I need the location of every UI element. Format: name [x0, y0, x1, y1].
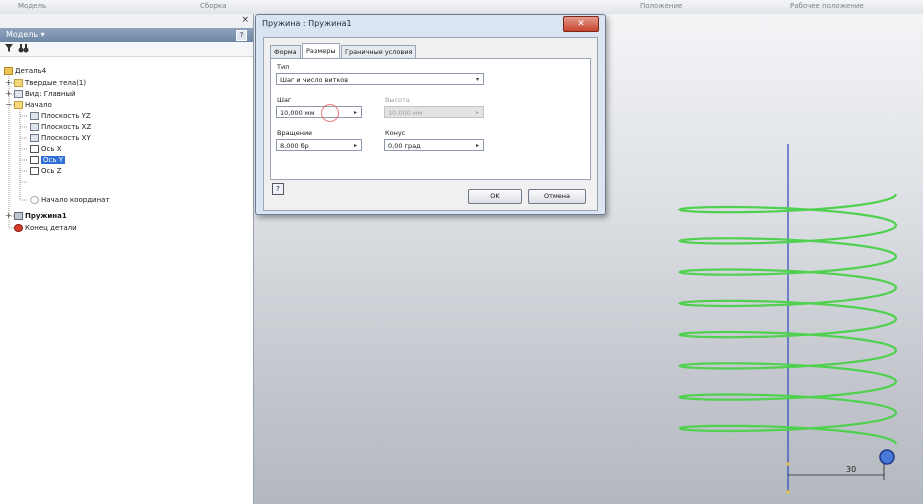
tree-item-label: Конец детали: [25, 224, 77, 232]
pitch-value: 10,000 мм: [280, 109, 315, 117]
taper-value: 0,00 град: [388, 142, 421, 150]
ribbon-label-model[interactable]: Модель: [18, 2, 46, 10]
browser-top-row: ×: [0, 14, 253, 28]
type-label: Тип: [277, 63, 290, 71]
tree-item-plane-xy[interactable]: Плоскость XY: [30, 133, 91, 143]
height-label: Высота: [385, 96, 410, 104]
tree-item-label: Твердые тела(1): [25, 79, 87, 87]
axis-icon: [30, 145, 39, 153]
tab-size[interactable]: Размеры: [302, 43, 340, 59]
arrow-right-icon[interactable]: ▸: [354, 107, 357, 119]
tree-item-axis-x[interactable]: Ось X: [30, 144, 62, 154]
part-icon: [4, 67, 13, 75]
collapse-icon[interactable]: −: [5, 100, 12, 110]
point-marker: [786, 462, 790, 466]
tree-item-label: Начало: [25, 101, 52, 109]
browser-toolbar: [0, 42, 253, 57]
spring-icon: [14, 212, 23, 220]
close-icon[interactable]: ×: [241, 15, 249, 25]
binoculars-icon[interactable]: [18, 43, 29, 56]
expand-icon[interactable]: +: [5, 78, 12, 88]
tree-item-label: Плоскость XZ: [41, 123, 92, 131]
tree-item-label: Ось Z: [41, 167, 62, 175]
cancel-button[interactable]: Отмена: [528, 189, 586, 204]
ok-button[interactable]: OK: [468, 189, 522, 204]
tree-item-label: Плоскость XY: [41, 134, 91, 142]
height-input: 10,000 мм ▸: [384, 106, 484, 118]
browser-header[interactable]: Модель ▾ ?: [0, 28, 253, 42]
end-of-part-icon: [14, 224, 23, 232]
tab-shape[interactable]: Форма: [270, 45, 301, 59]
tree-item-label: Плоскость YZ: [41, 112, 91, 120]
tab-boundary-conditions[interactable]: Граничные условия: [341, 45, 417, 59]
arrow-right-icon[interactable]: ▸: [354, 140, 357, 152]
tree-item-end-of-part[interactable]: Конец детали: [14, 223, 77, 233]
tree-item-label: Пружина1: [25, 212, 67, 220]
tree-item-origin-folder[interactable]: − Начало: [5, 100, 52, 110]
tree-item-plane-yz[interactable]: Плоскость YZ: [30, 111, 91, 121]
point-marker: [786, 490, 790, 494]
model-browser: × Модель ▾ ? Деталь4 + Твердые тела(1) +…: [0, 14, 254, 504]
tree-item-label: Деталь4: [15, 67, 47, 75]
type-dropdown-value: Шаг и число витков: [280, 76, 349, 84]
ribbon-strip: Модель Сборка Положение Рабочее положени…: [0, 0, 923, 15]
view-icon: [14, 90, 23, 98]
tree-item-label: Вид: Главный: [25, 90, 76, 98]
close-button[interactable]: ✕: [563, 16, 599, 32]
expand-icon[interactable]: +: [5, 89, 12, 99]
dialog-body: Форма Размеры Граничные условия Тип Шаг …: [263, 37, 598, 211]
filter-icon[interactable]: [4, 43, 14, 56]
plane-icon: [30, 134, 39, 142]
height-value: 10,000 мм: [388, 109, 423, 117]
revolution-input[interactable]: 8,000 бр ▸: [276, 139, 362, 151]
tree-item-plane-xz[interactable]: Плоскость XZ: [30, 122, 91, 132]
chevron-down-icon: ▾: [475, 76, 479, 83]
tree-item-label: Ось X: [41, 145, 62, 153]
help-icon[interactable]: ?: [236, 30, 247, 41]
pitch-label: Шаг: [277, 96, 292, 104]
help-icon[interactable]: ?: [272, 183, 284, 195]
axis-icon: [30, 167, 39, 175]
pitch-input[interactable]: 10,000 мм ▸: [276, 106, 362, 118]
tree-item-label: Начало координат: [41, 196, 110, 204]
folder-icon: [14, 101, 23, 109]
tree-item-solid-bodies[interactable]: + Твердые тела(1): [5, 78, 87, 88]
plane-icon: [30, 112, 39, 120]
arrow-right-icon: ▸: [475, 109, 479, 116]
tree-item-label-selected: Ось Y: [41, 156, 65, 164]
tree-item-spring[interactable]: + Пружина1: [5, 211, 67, 221]
origin-point-icon: [30, 196, 39, 204]
ribbon-label-work-position[interactable]: Рабочее положение: [790, 2, 864, 10]
tree-item-origin-point[interactable]: Начало координат: [30, 195, 110, 205]
spring-dialog: Пружина : Пружина1 ✕ Форма Размеры Грани…: [255, 14, 606, 215]
taper-input[interactable]: 0,00 град ▸: [384, 139, 484, 151]
axis-icon: [30, 156, 39, 164]
solid-bodies-icon: [14, 79, 23, 87]
profile-circle[interactable]: [879, 449, 895, 465]
revolution-value: 8,000 бр: [280, 142, 309, 150]
tree-item-axis-z[interactable]: Ось Z: [30, 166, 62, 176]
dimension-label[interactable]: 30: [846, 465, 856, 474]
mouse-cursor-highlight: [321, 104, 339, 122]
browser-title[interactable]: Модель ▾: [6, 28, 45, 42]
taper-label: Конус: [385, 129, 406, 137]
revolution-label: Вращение: [277, 129, 313, 137]
tree-item-axis-y[interactable]: Ось Y: [30, 155, 65, 165]
expand-icon[interactable]: +: [5, 211, 12, 221]
type-dropdown[interactable]: Шаг и число витков ▾: [276, 73, 484, 85]
arrow-right-icon[interactable]: ▸: [476, 140, 479, 152]
ribbon-label-position[interactable]: Положение: [640, 2, 682, 10]
tree-item-view[interactable]: + Вид: Главный: [5, 89, 76, 99]
dialog-title: Пружина : Пружина1: [262, 19, 352, 28]
tree-item-part[interactable]: Деталь4: [4, 66, 46, 76]
ribbon-label-assembly[interactable]: Сборка: [200, 2, 226, 10]
tab-panel-size: Тип Шаг и число витков ▾ Шаг 10,000 мм ▸…: [270, 58, 591, 180]
plane-icon: [30, 123, 39, 131]
